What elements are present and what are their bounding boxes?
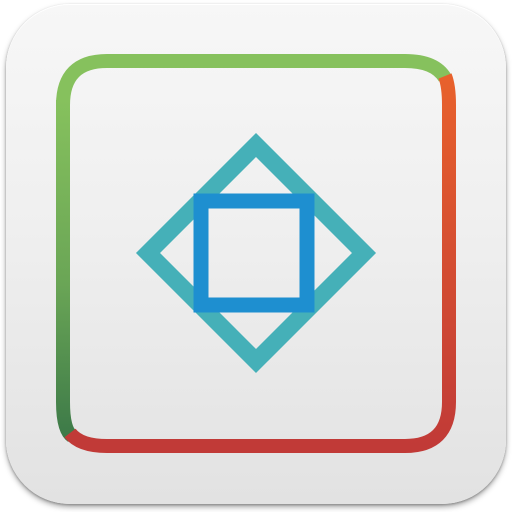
square-diamond-frame-icon bbox=[56, 54, 456, 453]
frame-left-edge bbox=[56, 100, 77, 442]
frame-right-edge bbox=[404, 73, 456, 453]
inner-square bbox=[193, 193, 315, 313]
icon-stage bbox=[0, 0, 512, 512]
diamond-outline bbox=[135, 132, 377, 374]
frame-top-edge bbox=[56, 54, 452, 106]
frame-bottom-edge bbox=[64, 428, 405, 453]
